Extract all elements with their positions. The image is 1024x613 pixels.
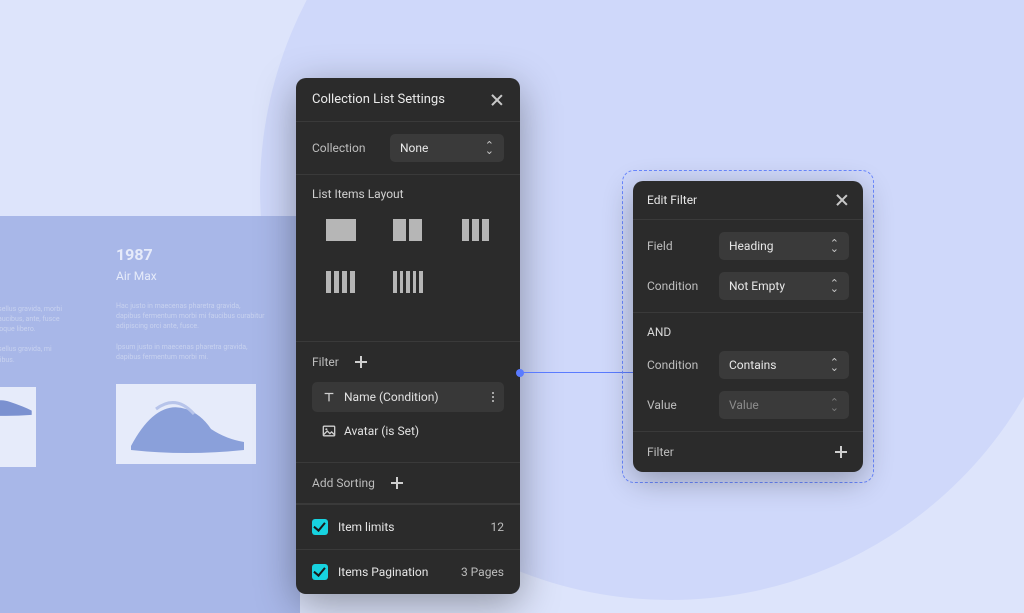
- panel-header: Collection List Settings: [296, 78, 520, 122]
- field-select[interactable]: Heading ⌃⌄: [719, 232, 849, 260]
- layout-option-5col[interactable]: [387, 269, 428, 295]
- product-blurb: Phasellus gravida, morbi mi faucibus, an…: [0, 304, 66, 334]
- product-blurb: Hac justo in maecenas pharetra gravida, …: [116, 301, 266, 331]
- pagination-label: Items Pagination: [338, 565, 428, 579]
- pagination-row: Items Pagination 3 Pages: [296, 549, 520, 594]
- layout-grid: [312, 215, 504, 301]
- collection-list-settings-panel: Collection List Settings Collection None…: [296, 78, 520, 594]
- field-label: Field: [647, 239, 709, 253]
- layout-option-4col[interactable]: [320, 269, 361, 295]
- value-placeholder: Value: [729, 398, 759, 412]
- filter-item-name[interactable]: Name (Condition): [312, 382, 504, 412]
- condition1-value: Not Empty: [729, 279, 785, 293]
- operator-label: AND: [647, 325, 849, 339]
- item-limits-label: Item limits: [338, 520, 394, 534]
- collection-label: Collection: [312, 141, 378, 155]
- chevron-updown-icon: ⌃⌄: [830, 400, 839, 411]
- product-blurb: Ipsum justo in maecenas pharetra gravida…: [116, 342, 266, 362]
- product-image: [0, 387, 36, 467]
- panel-title: Collection List Settings: [312, 92, 445, 107]
- add-sorting-icon[interactable]: [389, 475, 405, 491]
- filter-label: Filter: [312, 355, 339, 369]
- chevron-updown-icon: ⌃⌄: [830, 241, 839, 252]
- product-year: 1987: [116, 244, 266, 266]
- connector-dot: [516, 369, 524, 377]
- edit-filter-selection-outline: Edit Filter Field Heading ⌃⌄ Condition N…: [622, 170, 874, 483]
- chevron-updown-icon: ⌃⌄: [830, 281, 839, 292]
- filter-item-label: Name (Condition): [344, 390, 439, 404]
- value-input[interactable]: Value ⌃⌄: [719, 391, 849, 419]
- product-name: Air Max: [116, 268, 266, 285]
- item-limits-row: Item limits 12: [296, 504, 520, 549]
- add-sorting-label: Add Sorting: [312, 476, 375, 490]
- product-image: [116, 384, 256, 464]
- edit-filter-panel: Edit Filter Field Heading ⌃⌄ Condition N…: [633, 181, 863, 472]
- field-value: Heading: [729, 239, 774, 253]
- product-blurb: Phasellus gravida, mi faucibus.: [0, 344, 66, 364]
- condition2-select[interactable]: Contains ⌃⌄: [719, 351, 849, 379]
- product-backdrop: Phasellus gravida, morbi mi faucibus, an…: [0, 216, 300, 613]
- condition-label: Condition: [647, 279, 709, 293]
- condition2-value: Contains: [729, 358, 776, 372]
- collection-value: None: [400, 141, 428, 155]
- list-layout-label: List Items Layout: [312, 187, 504, 201]
- pagination-checkbox[interactable]: [312, 564, 328, 580]
- filter-footer-label: Filter: [647, 445, 674, 459]
- connector-line: [520, 372, 634, 373]
- edit-filter-title: Edit Filter: [647, 193, 697, 207]
- add-filter-icon[interactable]: [353, 354, 369, 370]
- filter-item-avatar[interactable]: Avatar (is Set): [312, 418, 504, 444]
- value-label: Value: [647, 398, 709, 412]
- pagination-value: 3 Pages: [461, 565, 504, 579]
- chevron-updown-icon: ⌃⌄: [485, 143, 494, 154]
- condition2-label: Condition: [647, 358, 709, 372]
- kebab-icon[interactable]: [492, 392, 494, 402]
- layout-option-3col[interactable]: [455, 217, 496, 243]
- image-icon: [322, 424, 336, 438]
- chevron-updown-icon: ⌃⌄: [830, 360, 839, 371]
- item-limits-value: 12: [491, 520, 505, 534]
- layout-option-2col[interactable]: [387, 217, 428, 243]
- layout-option-1col[interactable]: [320, 217, 361, 243]
- close-icon[interactable]: [490, 93, 504, 107]
- filter-item-label: Avatar (is Set): [344, 424, 419, 438]
- item-limits-checkbox[interactable]: [312, 519, 328, 535]
- add-filter-condition-icon[interactable]: [833, 444, 849, 460]
- collection-select[interactable]: None ⌃⌄: [390, 134, 504, 162]
- text-icon: [322, 390, 336, 404]
- condition1-select[interactable]: Not Empty ⌃⌄: [719, 272, 849, 300]
- close-icon[interactable]: [835, 193, 849, 207]
